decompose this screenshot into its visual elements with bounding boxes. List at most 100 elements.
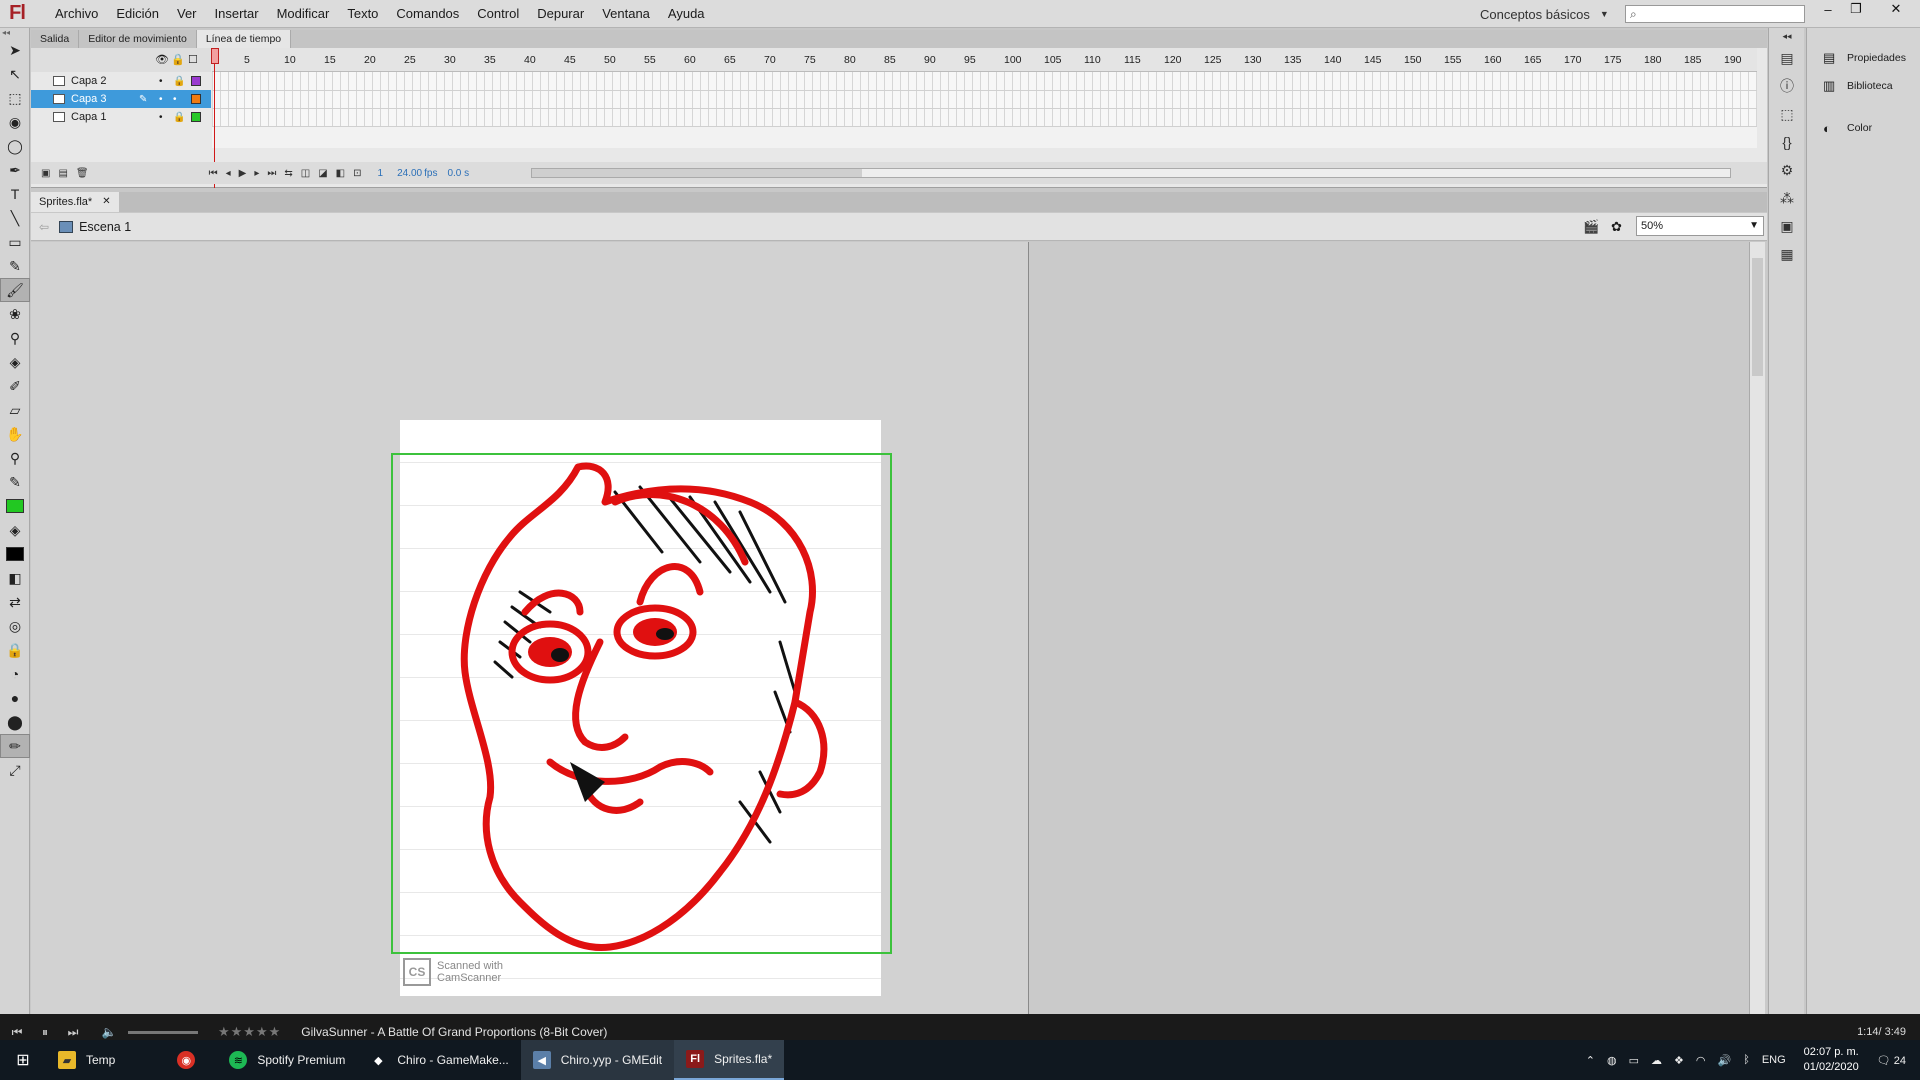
new-folder-icon[interactable]: ▤ <box>54 168 71 179</box>
bone-tool-icon[interactable]: ⚲ <box>0 326 30 350</box>
menu-ventana[interactable]: Ventana <box>593 0 659 28</box>
bluetooth-icon[interactable]: ᛒ <box>1743 1054 1750 1066</box>
layer-outline-color[interactable] <box>191 94 201 104</box>
scroll-thumb[interactable] <box>532 169 862 177</box>
zoom-select[interactable]: 50% ▼ <box>1636 216 1764 236</box>
scene-panel-icon[interactable]: ▣ <box>1769 212 1805 240</box>
scene-name[interactable]: Escena 1 <box>79 220 131 234</box>
info-panel-icon[interactable]: ⓘ <box>1769 72 1805 100</box>
tab-salida[interactable]: Salida <box>31 30 80 48</box>
menu-modificar[interactable]: Modificar <box>268 0 339 28</box>
lock-fill-icon[interactable]: 🔒 <box>0 638 30 662</box>
hand-tool-icon[interactable]: ✋ <box>0 422 30 446</box>
edit-scene-icon[interactable]: 🎬 <box>1583 219 1599 235</box>
minimize-button[interactable]: – <box>1814 0 1842 18</box>
workspace-switcher[interactable]: Conceptos básicos ▼ <box>1480 0 1609 28</box>
menu-ver[interactable]: Ver <box>168 0 206 28</box>
brush-shape-icon[interactable]: ⬤ <box>0 710 30 734</box>
playhead-handle[interactable] <box>211 48 219 64</box>
dock-grip[interactable] <box>1807 28 1920 44</box>
align-panel-icon[interactable]: ▤ <box>1769 44 1805 72</box>
eye-icon[interactable]: 👁 <box>155 53 169 66</box>
steam-icon[interactable]: ◍ <box>1607 1054 1617 1067</box>
tab-linea-tiempo[interactable]: Línea de tiempo <box>196 30 292 48</box>
lock-icon[interactable]: 🔒 <box>173 76 185 87</box>
battery-icon[interactable]: ▭ <box>1629 1054 1639 1067</box>
motion-presets-icon[interactable]: ⁂ <box>1769 184 1805 212</box>
brush-tool-icon[interactable]: 🖌 <box>0 278 30 302</box>
onion-markers-icon[interactable]: ⊡ <box>349 168 365 179</box>
volume-slider[interactable] <box>128 1030 198 1034</box>
outline-icon[interactable]: ☐ <box>188 53 198 66</box>
frame-grid[interactable] <box>212 72 1757 126</box>
eyedropper-tool-icon[interactable]: ✐ <box>0 374 30 398</box>
lock-icon[interactable]: 🔒 <box>171 53 185 66</box>
current-frame[interactable]: 1 <box>378 168 384 179</box>
onion-skin-icon[interactable]: ◫ <box>297 168 314 179</box>
task-temp[interactable]: ▰ Temp <box>46 1040 127 1080</box>
step-forward-icon[interactable]: ▸ <box>250 168 263 179</box>
layer-row-capa-2[interactable]: Capa 2 • 🔒 <box>31 72 211 90</box>
fps-value[interactable]: 24.00 <box>397 168 422 179</box>
selection-tool-icon[interactable]: ➤ <box>0 38 30 62</box>
selection-bounding-box[interactable] <box>391 453 892 954</box>
eraser-tool-icon[interactable]: ▱ <box>0 398 30 422</box>
menu-ayuda[interactable]: Ayuda <box>659 0 714 28</box>
back-arrow-icon[interactable]: ⇦ <box>39 220 49 234</box>
menu-archivo[interactable]: Archivo <box>46 0 107 28</box>
swap-colors-icon[interactable]: ⇄ <box>0 590 30 614</box>
notifications-icon[interactable]: 🗨 24 <box>1877 1054 1906 1067</box>
stage-area[interactable]: CS Scanned with CamScanner <box>31 242 1767 1014</box>
brush-mode-icon[interactable]: ◔ <box>0 662 30 686</box>
menu-texto[interactable]: Texto <box>338 0 387 28</box>
pen-tool-icon[interactable]: ✒ <box>0 158 30 182</box>
layer-row-capa-1[interactable]: Capa 1 • 🔒 <box>31 108 211 126</box>
visibility-dot[interactable]: • <box>159 112 163 123</box>
subselection-tool-icon[interactable]: ↖ <box>0 62 30 86</box>
menu-insertar[interactable]: Insertar <box>206 0 268 28</box>
free-transform-tool-icon[interactable]: ⬚ <box>0 86 30 110</box>
document-tab[interactable]: Sprites.fla* ✕ <box>31 192 119 212</box>
task-gamemaker[interactable]: ◆ Chiro - GameMake... <box>357 1040 520 1080</box>
frames-area[interactable]: 1510152025303540455055606570758085909510… <box>212 48 1757 148</box>
loop-icon[interactable]: ⇆ <box>280 168 296 179</box>
search-input[interactable]: ⌕ <box>1625 5 1805 23</box>
last-frame-icon[interactable]: ⏭ <box>263 168 280 179</box>
grid-panel-icon[interactable]: ▦ <box>1769 240 1805 268</box>
task-flash[interactable]: Fl Sprites.fla* <box>674 1040 785 1080</box>
rectangle-tool-icon[interactable]: ▭ <box>0 230 30 254</box>
speaker-icon[interactable]: 🔊 <box>1718 1054 1732 1067</box>
onedrive-icon[interactable]: ☁ <box>1651 1054 1662 1067</box>
line-tool-icon[interactable]: ╲ <box>0 206 30 230</box>
step-back-icon[interactable]: ◂ <box>222 168 235 179</box>
panel-color[interactable]: ◐ Color <box>1807 114 1920 142</box>
frame-ruler[interactable]: 1510152025303540455055606570758085909510… <box>212 48 1757 72</box>
menu-edicion[interactable]: Edición <box>107 0 168 28</box>
restore-button[interactable]: ❐ <box>1842 0 1870 18</box>
3d-rotation-tool-icon[interactable]: ◉ <box>0 110 30 134</box>
zoom-tool-icon[interactable]: ⚲ <box>0 446 30 470</box>
pause-icon[interactable]: ⏸ <box>34 1025 56 1040</box>
volume-icon[interactable]: 🔈 <box>98 1025 120 1039</box>
layer-row-capa-3[interactable]: Capa 3 ✎ • • <box>31 90 211 108</box>
tab-editor-movimiento[interactable]: Editor de movimiento <box>79 30 197 48</box>
tilt-icon[interactable]: ⤢ <box>0 758 30 782</box>
dropbox-icon[interactable]: ❖ <box>1674 1054 1684 1067</box>
chevron-up-icon[interactable]: ⌃ <box>1586 1054 1595 1067</box>
visibility-dot[interactable]: • <box>159 76 163 87</box>
windows-start-icon[interactable]: ⊞ <box>0 1040 46 1080</box>
wifi-icon[interactable]: ◠ <box>1696 1054 1706 1067</box>
default-colors-icon[interactable]: ◧ <box>0 566 30 590</box>
lock-icon[interactable]: 🔒 <box>173 112 185 123</box>
fill-color-swatch[interactable] <box>6 547 24 561</box>
deco-tool-icon[interactable]: ❀ <box>0 302 30 326</box>
scroll-thumb[interactable] <box>1752 258 1763 376</box>
paint-bucket-tool-icon[interactable]: ◈ <box>0 350 30 374</box>
panel-collapse-icon[interactable]: ◂◂ <box>1769 28 1805 44</box>
task-spotify[interactable]: ≋ Spotify Premium <box>217 1040 357 1080</box>
lock-dot[interactable]: • <box>173 94 177 105</box>
stroke-color-swatch[interactable] <box>6 499 24 513</box>
edit-multiple-icon[interactable]: ◧ <box>332 168 349 179</box>
previous-track-icon[interactable]: ⏮ <box>6 1025 28 1040</box>
pasteboard[interactable]: CS Scanned with CamScanner <box>31 242 1029 1014</box>
